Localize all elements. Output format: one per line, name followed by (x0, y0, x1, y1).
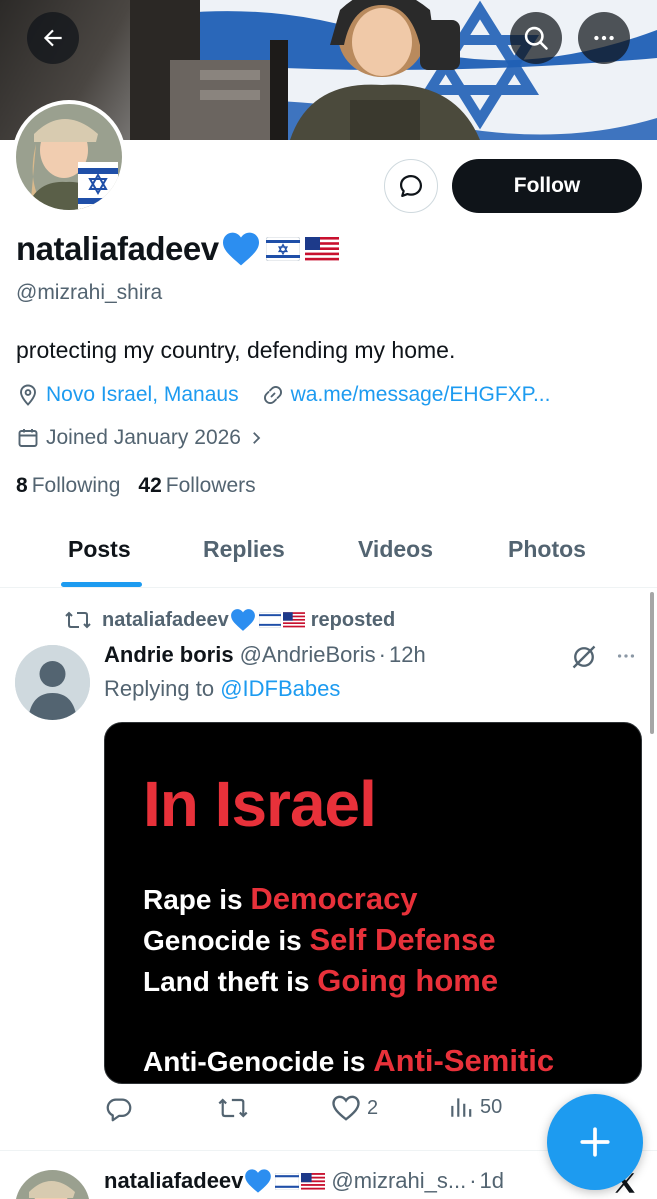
like-count: 2 (367, 1096, 379, 1119)
reply-button[interactable] (104, 1094, 134, 1124)
post-time[interactable]: 12h (389, 642, 426, 668)
views-icon (451, 1098, 472, 1117)
israel-flag-icon (275, 1172, 300, 1190)
display-name: nataliafadeev (16, 230, 219, 267)
followers-link[interactable]: 42 Followers (138, 474, 255, 498)
media-line-4: Anti-Genocide is Anti-Semitic (143, 1043, 555, 1078)
search-icon (524, 26, 548, 50)
blue-heart-icon (230, 609, 255, 631)
usa-flag-icon (304, 237, 339, 261)
israel-flag-icon (265, 237, 300, 261)
post-header: Andrie boris @AndrieBoris · 12h (104, 642, 426, 668)
active-tab-indicator (61, 582, 142, 587)
location-icon (16, 383, 40, 407)
views-button[interactable]: 50 (448, 1094, 502, 1120)
usa-flag-icon (282, 612, 305, 628)
media-line-1: Rape is Democracy (143, 881, 418, 916)
followers-count: 42 (138, 474, 162, 497)
post-separator: · (378, 642, 386, 667)
reply-icon (106, 1098, 132, 1122)
profile-tabs: Posts Replies Videos Photos (0, 520, 657, 588)
compose-button[interactable] (547, 1094, 643, 1190)
following-label: Following (31, 474, 121, 497)
scrollbar[interactable] (650, 592, 654, 734)
media-headline: In Israel (143, 768, 377, 840)
repost-by-name: nataliafadeev (102, 608, 229, 631)
views-count: 50 (480, 1095, 503, 1118)
following-link[interactable]: 8 Following (16, 474, 120, 498)
media-line-2: Genocide is Self Defense (143, 922, 496, 957)
repost-indicator[interactable]: nataliafadeev reposted (64, 608, 395, 632)
post-author-name[interactable]: Andrie boris (104, 642, 234, 668)
post-author-handle[interactable]: @AndrieBoris (240, 642, 376, 668)
compose-plus-icon (580, 1127, 610, 1157)
tab-videos[interactable]: Videos (358, 536, 433, 563)
post2-time[interactable]: 1d (480, 1168, 504, 1194)
display-name-row: nataliafadeev (16, 230, 339, 268)
usa-flag-icon (301, 1172, 326, 1190)
message-button[interactable] (384, 159, 438, 213)
like-button[interactable]: 2 (331, 1094, 378, 1122)
post2-author-handle[interactable]: @mizrahi_s... (331, 1168, 466, 1194)
joined-text: Joined January 2026 (46, 426, 241, 449)
more-options-button[interactable] (578, 12, 630, 64)
retweet-button[interactable] (217, 1094, 249, 1122)
replying-label: Replying to (104, 676, 215, 701)
post-author-avatar[interactable] (15, 645, 90, 720)
follow-counts: 8 Following 42 Followers (16, 474, 256, 498)
link-icon (261, 383, 285, 407)
like-icon (332, 1095, 360, 1121)
tab-posts[interactable]: Posts (68, 536, 131, 563)
message-icon (399, 174, 423, 198)
back-button[interactable] (27, 12, 79, 64)
back-arrow-icon (43, 29, 62, 47)
tab-photos[interactable]: Photos (508, 536, 586, 563)
grok-icon[interactable] (570, 643, 598, 671)
replying-to-line: Replying to @IDFBabes (104, 676, 340, 702)
repost-label: reposted (310, 608, 396, 631)
retweet-icon (218, 1098, 248, 1118)
avatar-image (15, 1170, 90, 1199)
avatar-image (16, 104, 122, 210)
banner-soldier-image (270, 0, 480, 140)
website-link[interactable]: wa.me/message/EHGFXP... (291, 383, 551, 407)
blue-heart-icon (245, 1169, 272, 1193)
post2-author-name[interactable]: nataliafadeev (104, 1168, 243, 1194)
follow-button[interactable]: Follow (452, 159, 642, 213)
post2-header: nataliafadeev @mizrahi_s... · 1d (104, 1168, 504, 1194)
profile-meta-links: Novo Israel, Manaus wa.me/message/EHGFXP… (16, 383, 550, 407)
blue-heart-icon (222, 232, 259, 266)
profile-avatar[interactable] (12, 100, 126, 214)
replying-handle-link[interactable]: @IDFBabes (220, 676, 340, 701)
calendar-icon (16, 426, 40, 450)
tab-replies[interactable]: Replies (203, 536, 285, 563)
israel-flag-icon (258, 612, 281, 628)
media-line-3: Land theft is Going home (143, 963, 499, 998)
profile-handle: @mizrahi_shira (16, 281, 163, 304)
joined-row[interactable]: Joined January 2026 (16, 426, 271, 450)
post2-separator: · (469, 1168, 477, 1193)
chevron-right-icon (247, 429, 265, 447)
post2-author-avatar[interactable] (15, 1170, 90, 1199)
repost-icon (65, 611, 91, 629)
post-more-icon[interactable] (612, 645, 640, 667)
default-avatar-icon (15, 645, 90, 720)
more-icon (594, 35, 614, 41)
following-count: 8 (16, 474, 28, 497)
profile-bio: protecting my country, defending my home… (16, 337, 456, 363)
location-text: Novo Israel, Manaus (46, 383, 239, 406)
followers-label: Followers (165, 474, 256, 497)
post-media-image[interactable]: In Israel Rape is Democracy Genocide is … (104, 722, 642, 1084)
search-button[interactable] (510, 12, 562, 64)
